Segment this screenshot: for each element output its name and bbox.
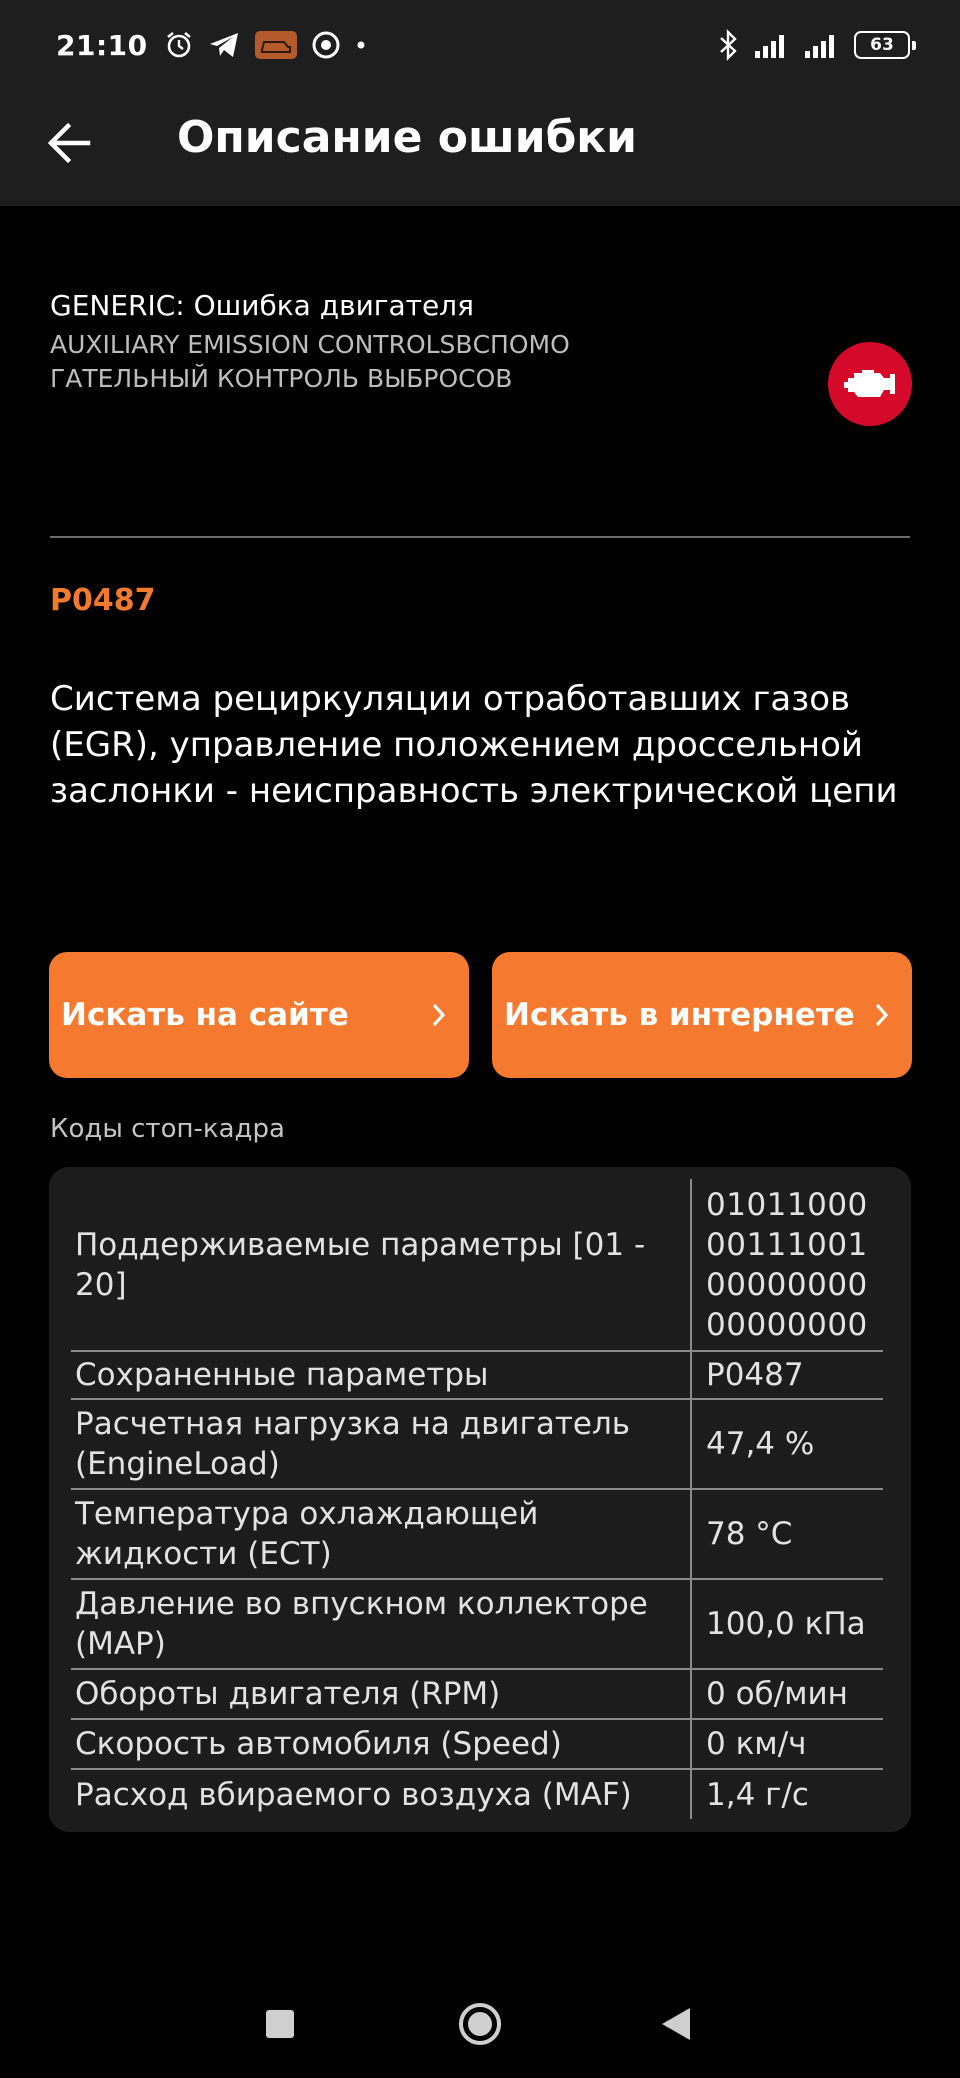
top-bar: 21:10 63 Описание ошибки (0, 0, 960, 206)
app-bar: Описание ошибки (0, 90, 960, 206)
error-header: GENERIC: Ошибка двигателя AUXILIARY EMIS… (50, 288, 910, 396)
param-name: Поддерживаемые параметры [01 - 20] (71, 1179, 691, 1352)
param-value: 78 °C (690, 1489, 883, 1580)
table-row: Обороты двигателя (RPM) 0 об/мин (71, 1669, 883, 1720)
battery-level: 63 (870, 34, 894, 55)
param-name: Сохраненные параметры (71, 1351, 691, 1400)
bluetooth-icon (720, 29, 737, 61)
freeze-frame-card: Поддерживаемые параметры [01 - 20] 01011… (49, 1167, 911, 1832)
status-left-icons (164, 30, 368, 60)
param-value: P0487 (690, 1351, 883, 1400)
status-right-icons: 63 (718, 29, 916, 61)
error-code: P0487 (50, 583, 156, 618)
chevron-right-icon (875, 1003, 889, 1027)
param-value: 0 км/ч (690, 1719, 883, 1770)
param-name: Давление во впускном коллекторе (MAP) (71, 1579, 691, 1670)
signal-icon (805, 35, 834, 58)
status-time: 21:10 (56, 28, 148, 62)
search-site-label: Искать на сайте (61, 997, 349, 1033)
home-button[interactable] (458, 2002, 502, 2046)
table-row: Температура охлаждающей жидкости (ECT) 7… (71, 1489, 883, 1580)
telegram-icon (209, 33, 238, 57)
freeze-frame-title: Коды стоп-кадра (50, 1114, 285, 1144)
page-title: Описание ошибки (177, 112, 638, 163)
table-row: Расчетная нагрузка на двигатель (EngineL… (71, 1399, 883, 1490)
alarm-icon (166, 31, 191, 58)
table-row: Скорость автомобиля (Speed) 0 км/ч (71, 1719, 883, 1770)
freeze-frame-table: Поддерживаемые параметры [01 - 20] 01011… (71, 1179, 883, 1819)
param-name: Расчетная нагрузка на двигатель (EngineL… (71, 1399, 691, 1490)
back-arrow-icon[interactable] (46, 120, 92, 166)
param-value: 0 об/мин (690, 1669, 883, 1720)
divider (50, 536, 910, 538)
param-name: Скорость автомобиля (Speed) (71, 1719, 691, 1770)
table-row: Давление во впускном коллекторе (MAP) 10… (71, 1579, 883, 1670)
param-value: 01011000001110010000000000000000 (690, 1179, 883, 1352)
error-category: GENERIC: Ошибка двигателя (50, 289, 474, 322)
screen: 21:10 63 Описание ошибки GENERIC: Ошибка… (0, 0, 960, 2078)
param-name: Расход вбираемого воздуха (MAF) (75, 1776, 632, 1813)
search-site-button[interactable]: Искать на сайте (49, 952, 469, 1078)
battery-icon: 63 (854, 31, 916, 59)
search-internet-label: Искать в интернете (504, 997, 855, 1033)
table-row: Расход вбираемого воздуха (MAF) 1,4 г/с (71, 1769, 883, 1819)
recents-button[interactable] (266, 2010, 294, 2038)
search-internet-button[interactable]: Искать в интернете (492, 952, 912, 1078)
chrome-icon (312, 31, 340, 59)
signal-icon (755, 35, 784, 58)
param-name: Температура охлаждающей жидкости (ECT) (71, 1489, 691, 1580)
table-row: Сохраненные параметры P0487 (71, 1351, 883, 1400)
status-bar: 21:10 63 (0, 0, 960, 90)
engine-warning-icon (828, 342, 912, 426)
param-value: 1,4 г/с (690, 1769, 883, 1819)
dot-icon (357, 41, 365, 49)
table-row: Поддерживаемые параметры [01 - 20] 01011… (71, 1179, 883, 1352)
param-name: Обороты двигателя (RPM) (71, 1669, 691, 1720)
car-app-icon (254, 31, 297, 59)
param-value: 100,0 кПа (690, 1579, 883, 1670)
error-description: Система рециркуляции отработавших газов … (50, 679, 898, 811)
chevron-right-icon (432, 1003, 446, 1027)
nav-back-button[interactable] (660, 2006, 692, 2042)
param-value: 47,4 % (690, 1399, 883, 1490)
error-subtitle: AUXILIARY EMISSION CONTROLSВСПОМОГАТЕЛЬН… (50, 330, 570, 393)
